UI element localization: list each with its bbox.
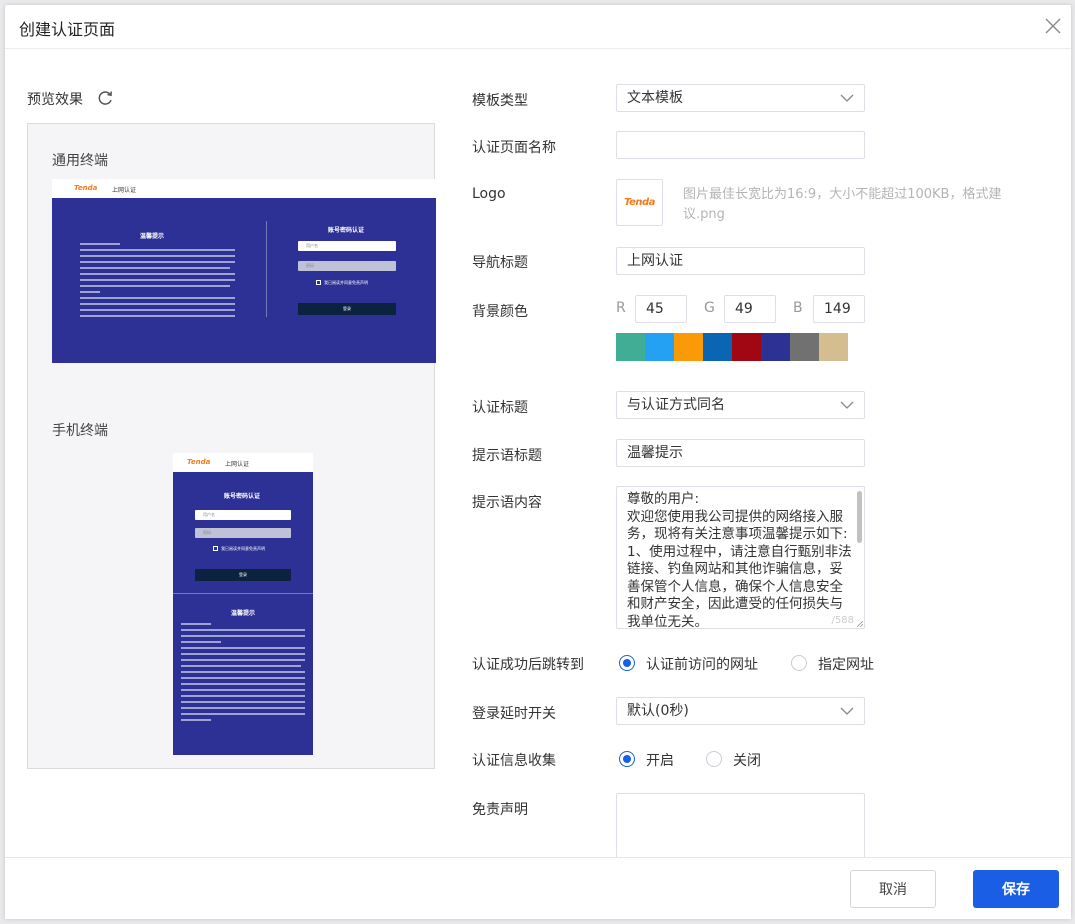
mini-password-input: 密码: [298, 261, 396, 271]
color-swatch[interactable]: [616, 333, 645, 361]
redirect-option2-label[interactable]: 指定网址: [818, 654, 874, 674]
mini-notice-title-mobile: 温馨提示: [231, 610, 256, 617]
cancel-button[interactable]: 取消: [850, 870, 936, 908]
logo-upload[interactable]: Tenda: [616, 179, 663, 226]
bg-color-label: 背景颜色: [472, 304, 528, 320]
nav-title-label: 导航标题: [472, 255, 528, 271]
page-name-input[interactable]: [616, 131, 865, 159]
dialog-header: 创建认证页面: [5, 5, 1071, 49]
mobile-preview-image: Tenda 上网认证 账号密码认证 用户名 密码 我已阅读并同意免责声明 登录 …: [173, 453, 313, 755]
refresh-icon[interactable]: [95, 88, 115, 108]
tip-title-input[interactable]: 温馨提示: [616, 439, 865, 467]
preview-label: 预览效果: [27, 92, 83, 108]
template-type-label: 模板类型: [472, 93, 528, 109]
nav-title-input[interactable]: 上网认证: [616, 247, 865, 275]
mini-login-title: 账号密码认证: [328, 227, 365, 234]
color-swatch[interactable]: [703, 333, 732, 361]
info-collect-on-label[interactable]: 开启: [646, 750, 674, 770]
template-type-value: 文本模板: [627, 90, 683, 106]
mini-username-input-mobile: 用户名: [195, 510, 291, 520]
save-button[interactable]: 保存: [973, 870, 1059, 908]
chevron-down-icon: [840, 707, 854, 715]
info-collect-off-label[interactable]: 关闭: [733, 750, 761, 770]
color-swatch[interactable]: [790, 333, 819, 361]
dialog-title: 创建认证页面: [19, 20, 116, 39]
g-label: G: [704, 300, 715, 316]
mini-agree-text: 我已阅读并同意免责声明: [324, 280, 368, 285]
login-delay-value: 默认(0秒): [627, 703, 689, 719]
login-delay-select[interactable]: 默认(0秒): [616, 697, 865, 725]
disclaimer-textarea[interactable]: [616, 793, 865, 863]
template-type-select[interactable]: 文本模板: [616, 84, 865, 112]
info-collect-label: 认证信息收集: [472, 753, 556, 769]
mini-notice-title: 温馨提示: [140, 233, 165, 240]
preview-panel: 通用终端 Tenda 上网认证 温馨提示 账号密码认证 用户名 密码 我已阅读并…: [27, 123, 436, 769]
r-input[interactable]: 45: [635, 295, 687, 323]
tip-content-label: 提示语内容: [472, 495, 542, 511]
mobile-preview-label: 手机终端: [52, 423, 108, 439]
b-input[interactable]: 149: [813, 295, 865, 323]
login-delay-label: 登录延时开关: [472, 706, 556, 722]
redirect-option2-radio[interactable]: [791, 655, 807, 671]
color-swatch[interactable]: [819, 333, 848, 361]
info-collect-on-radio[interactable]: [619, 751, 635, 767]
pc-preview-label: 通用终端: [52, 153, 108, 169]
color-swatch[interactable]: [674, 333, 703, 361]
mini-login-title-mobile: 账号密码认证: [224, 493, 261, 500]
redirect-option1-label[interactable]: 认证前访问的网址: [646, 654, 758, 674]
r-label: R: [616, 300, 626, 316]
info-collect-off-radio[interactable]: [706, 751, 722, 767]
textarea-scrollbar[interactable]: [857, 491, 862, 543]
mini-password-input-mobile: 密码: [195, 528, 291, 538]
tip-content-text: 尊敬的用户: 欢迎您使用我公司提供的网络接入服务，现将有关注意事项温馨提示如下:…: [627, 491, 852, 629]
disclaimer-label: 免责声明: [472, 802, 528, 818]
create-auth-page-dialog: 创建认证页面 预览效果 通用终端 Tenda 上网认证 温馨提示 账号密码认证 …: [5, 5, 1071, 919]
chevron-down-icon: [840, 94, 854, 102]
mini-nav-title-mobile: 上网认证: [225, 461, 250, 468]
color-swatch[interactable]: [732, 333, 761, 361]
logo-label: Logo: [472, 186, 506, 202]
mini-logo: Tenda: [74, 184, 98, 192]
close-icon[interactable]: [1041, 14, 1065, 38]
mini-login-button: 登录: [298, 303, 396, 315]
mini-login-button-mobile: 登录: [195, 569, 291, 581]
mini-agree-text-mobile: 我已阅读并同意免责声明: [221, 546, 265, 551]
auth-title-value: 与认证方式同名: [627, 397, 725, 413]
pc-preview-image: Tenda 上网认证 温馨提示 账号密码认证 用户名 密码 我已阅读并同意免责声…: [52, 179, 436, 363]
auth-title-select[interactable]: 与认证方式同名: [616, 391, 865, 419]
logo-image: Tenda: [624, 197, 655, 208]
mini-nav-title: 上网认证: [112, 187, 137, 194]
g-input[interactable]: 49: [724, 295, 776, 323]
redirect-option1-radio[interactable]: [619, 655, 635, 671]
tip-title-label: 提示语标题: [472, 448, 542, 464]
resize-handle-icon[interactable]: [857, 621, 863, 627]
tip-content-textarea[interactable]: 尊敬的用户: 欢迎您使用我公司提供的网络接入服务，现将有关注意事项温馨提示如下:…: [616, 486, 865, 629]
logo-hint: 图片最佳长宽比为16:9，大小不能超过100KB，格式建议.png: [683, 187, 1002, 222]
color-swatch[interactable]: [761, 333, 790, 361]
char-counter: /588: [831, 615, 854, 626]
auth-title-label: 认证标题: [472, 400, 528, 416]
color-swatch[interactable]: [645, 333, 674, 361]
b-label: B: [793, 300, 803, 316]
chevron-down-icon: [840, 401, 854, 409]
redirect-label: 认证成功后跳转到: [472, 657, 584, 673]
mini-logo-mobile: Tenda: [187, 458, 211, 466]
page-name-label: 认证页面名称: [472, 140, 556, 156]
dialog-footer: 取消 保存: [5, 857, 1071, 919]
mini-username-input: 用户名: [298, 241, 396, 251]
